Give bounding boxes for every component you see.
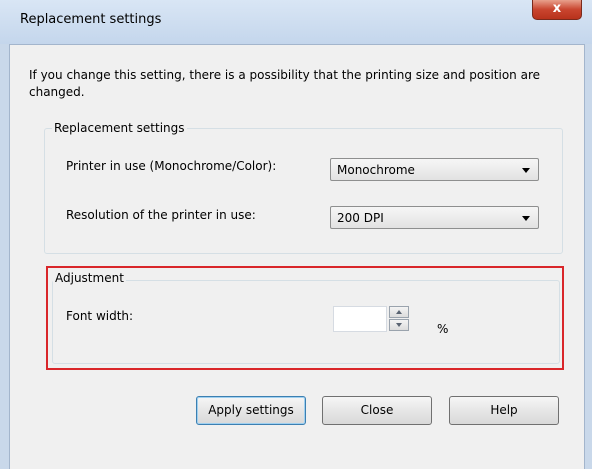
- spin-down-icon: [396, 323, 402, 327]
- font-width-unit: %: [437, 322, 449, 336]
- replacement-settings-group: [44, 128, 563, 254]
- printer-resolution-value: 200 DPI: [337, 211, 384, 225]
- spin-up-icon: [396, 310, 402, 314]
- printer-in-use-select[interactable]: Monochrome: [330, 158, 539, 181]
- dialog-window: Replacement settings x If you change thi…: [0, 0, 592, 469]
- help-button[interactable]: Help: [449, 396, 559, 425]
- close-window-button[interactable]: x: [532, 0, 582, 20]
- printer-in-use-value: Monochrome: [337, 163, 415, 177]
- window-title: Replacement settings: [20, 12, 162, 27]
- font-width-increment-button[interactable]: [389, 306, 409, 318]
- replacement-settings-group-label: Replacement settings: [52, 121, 187, 135]
- font-width-decrement-button[interactable]: [389, 319, 409, 331]
- printer-resolution-label: Resolution of the printer in use:: [66, 208, 256, 222]
- chevron-down-icon: [522, 168, 530, 173]
- close-icon: x: [552, 1, 562, 16]
- apply-settings-button[interactable]: Apply settings: [196, 396, 306, 425]
- chevron-down-icon: [522, 216, 530, 221]
- printer-resolution-select[interactable]: 200 DPI: [330, 206, 539, 229]
- font-width-label: Font width:: [66, 309, 134, 323]
- title-bar[interactable]: Replacement settings x: [0, 0, 592, 44]
- printer-in-use-label: Printer in use (Monochrome/Color):: [66, 159, 277, 173]
- close-button[interactable]: Close: [322, 396, 432, 425]
- info-message: If you change this setting, there is a p…: [29, 68, 541, 99]
- font-width-input[interactable]: [333, 306, 387, 332]
- font-width-spinner: [389, 306, 411, 332]
